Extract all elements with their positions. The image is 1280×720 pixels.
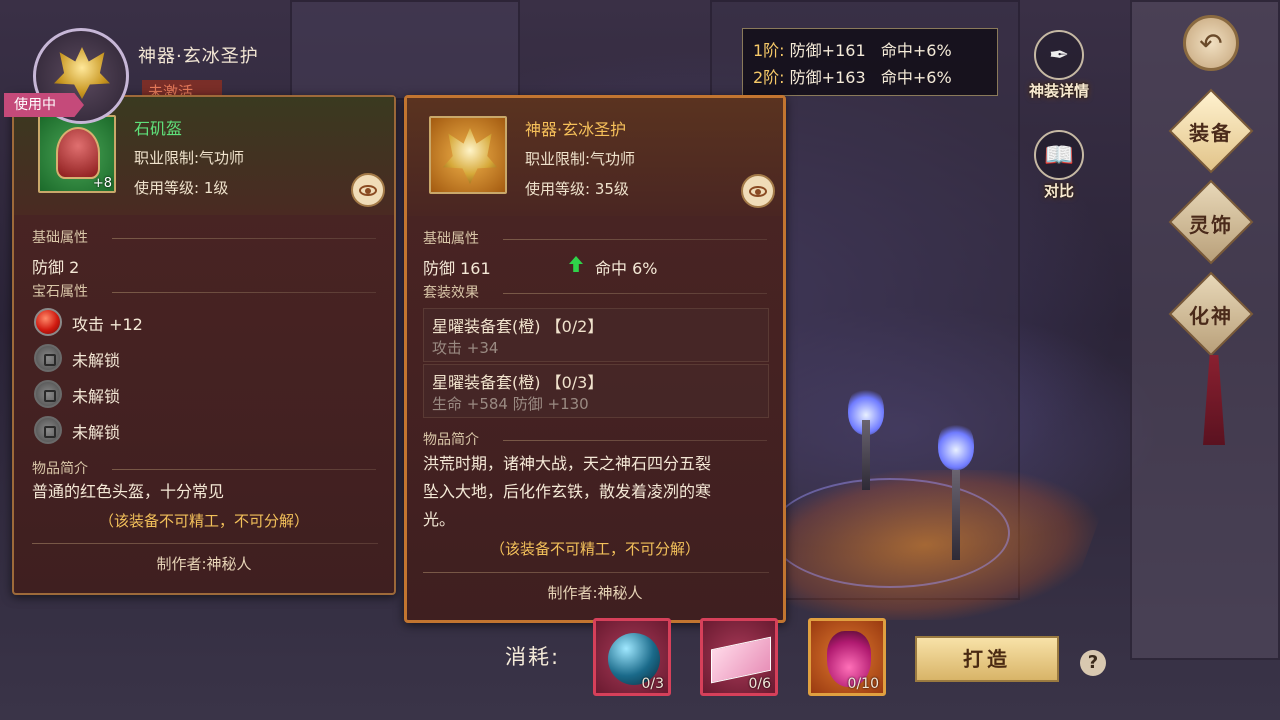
set-effect: 生命 +584 防御 +130 <box>432 395 589 413</box>
tier-row-2: 2阶: 防御+163 命中+6% <box>753 64 997 91</box>
divider <box>503 293 767 294</box>
item-note: （该装备不可精工，不可分解） <box>489 540 700 558</box>
in-use-badge: 使用中 <box>4 93 84 117</box>
tier-row-1: 1阶: 防御+161 命中+6% <box>753 37 997 64</box>
divider <box>112 292 376 293</box>
divider <box>32 543 378 544</box>
use-level: 使用等级: 1级 <box>134 179 229 197</box>
tab-equipment-label: 装备 <box>1189 121 1233 145</box>
section-gem-attr: 宝石属性 <box>32 284 88 300</box>
helmet-icon <box>56 127 100 179</box>
current-equipment-card: +8 石矶盔 职业限制:气功师 使用等级: 1级 基础属性 防御 2 宝石属性 … <box>12 95 396 595</box>
tab-accessory-label: 灵饰 <box>1189 213 1233 237</box>
divider <box>503 440 767 441</box>
divider <box>503 239 767 240</box>
material-count: 0/6 <box>748 676 771 692</box>
lock-icon <box>34 344 62 372</box>
divider <box>112 469 376 470</box>
set-bonus-box: 星曜装备套(橙) 【0/3】 生命 +584 防御 +130 <box>423 364 769 418</box>
set-bonus-box: 星曜装备套(橙) 【0/2】 攻击 +34 <box>423 308 769 362</box>
crown-icon <box>443 128 497 184</box>
compare-button[interactable]: 📖 对比 <box>1024 130 1094 205</box>
section-base-attr: 基础属性 <box>423 231 479 247</box>
tier-hit: 命中+6% <box>880 41 952 60</box>
consume-label: 消耗: <box>505 645 561 669</box>
material-count: 0/10 <box>847 676 879 692</box>
item-description: 洪荒时期，诸神大战，天之神石四分五裂 坠入大地，后化作玄铁，散发着凌冽的寒 光。 <box>423 450 711 534</box>
tab-transform-label: 化神 <box>1189 304 1233 328</box>
artifact-item-icon[interactable] <box>429 116 507 194</box>
section-description: 物品简介 <box>423 432 479 448</box>
back-arrow-icon: ↶ <box>1199 26 1223 60</box>
pedestal <box>952 470 960 560</box>
wall-panel <box>290 0 520 100</box>
eye-icon <box>749 185 767 197</box>
material-slot-potion[interactable]: 0/10 <box>808 618 886 696</box>
item-name: 神器·玄冰圣护 <box>525 120 627 139</box>
description-line: 洪荒时期，诸神大战，天之神石四分五裂 <box>423 454 712 473</box>
use-level: 使用等级: 35级 <box>525 180 629 198</box>
lock-icon <box>34 380 62 408</box>
description-line: 坠入大地，后化作玄铁，散发着凌冽的寒 <box>423 482 712 501</box>
lock-icon <box>34 416 62 444</box>
back-button[interactable]: ↶ <box>1183 15 1239 71</box>
preview-button[interactable] <box>741 174 775 208</box>
artifact-detail-button[interactable]: ✒ 神装详情 <box>1018 30 1100 105</box>
pedestal <box>862 420 870 490</box>
gem-attr: 未解锁 <box>72 387 121 406</box>
section-set-effect: 套装效果 <box>423 285 479 301</box>
blue-flame <box>938 420 974 470</box>
item-name: 石矶盔 <box>134 119 183 138</box>
item-note: （该装备不可精工，不可分解） <box>98 512 309 530</box>
enhance-level: +8 <box>92 176 112 191</box>
floor-magic-circle <box>770 478 1010 588</box>
helmet-item-icon[interactable]: +8 <box>38 115 116 193</box>
base-attr-defense: 防御 161 <box>423 259 491 278</box>
section-description: 物品简介 <box>32 461 88 477</box>
compare-label: 对比 <box>1043 182 1074 200</box>
section-base-attr: 基础属性 <box>32 230 88 246</box>
item-description: 普通的红色头盔，十分常见 <box>32 482 225 501</box>
gem-attr: 攻击 +12 <box>72 315 143 334</box>
material-count: 0/3 <box>641 676 664 692</box>
gem-attr: 未解锁 <box>72 351 121 370</box>
tier-level: 2阶: <box>753 68 785 87</box>
red-gem-icon <box>34 308 62 336</box>
item-maker: 制作者:神秘人 <box>156 555 252 573</box>
job-restriction: 职业限制:气功师 <box>525 150 636 168</box>
eye-icon <box>359 184 377 196</box>
tier-defense: 防御+163 <box>789 68 866 87</box>
base-attr-hit: 命中 6% <box>595 259 658 278</box>
artifact-equipment-card: 神器·玄冰圣护 职业限制:气功师 使用等级: 35级 基础属性 防御 161 命… <box>404 95 786 623</box>
divider <box>112 238 376 239</box>
header-title: 神器·玄冰圣护 <box>138 46 259 67</box>
tier-level: 1阶: <box>753 41 785 60</box>
forge-button[interactable]: 打造 <box>915 636 1059 682</box>
description-line: 光。 <box>423 510 456 529</box>
set-title: 星曜装备套(橙) 【0/3】 <box>432 373 604 392</box>
crown-icon <box>54 47 110 99</box>
set-title: 星曜装备套(橙) 【0/2】 <box>432 317 604 336</box>
base-attr-defense: 防御 2 <box>32 258 80 277</box>
book-icon: 📖 <box>1034 130 1084 180</box>
tier-bonus-box: 1阶: 防御+161 命中+6% 2阶: 防御+163 命中+6% <box>742 28 998 96</box>
gem-attr: 未解锁 <box>72 423 121 442</box>
divider <box>423 572 769 573</box>
set-effect: 攻击 +34 <box>432 339 499 357</box>
up-arrow-icon <box>569 256 583 272</box>
feather-icon: ✒ <box>1034 30 1084 80</box>
material-slot-orb[interactable]: 0/3 <box>593 618 671 696</box>
material-slot-crystal[interactable]: 0/6 <box>700 618 778 696</box>
item-maker: 制作者:神秘人 <box>547 584 643 602</box>
job-restriction: 职业限制:气功师 <box>134 149 245 167</box>
artifact-detail-label: 神装详情 <box>1028 82 1089 100</box>
tier-defense: 防御+161 <box>789 41 866 60</box>
preview-button[interactable] <box>351 173 385 207</box>
help-icon[interactable]: ? <box>1080 650 1106 676</box>
tier-hit: 命中+6% <box>880 68 952 87</box>
